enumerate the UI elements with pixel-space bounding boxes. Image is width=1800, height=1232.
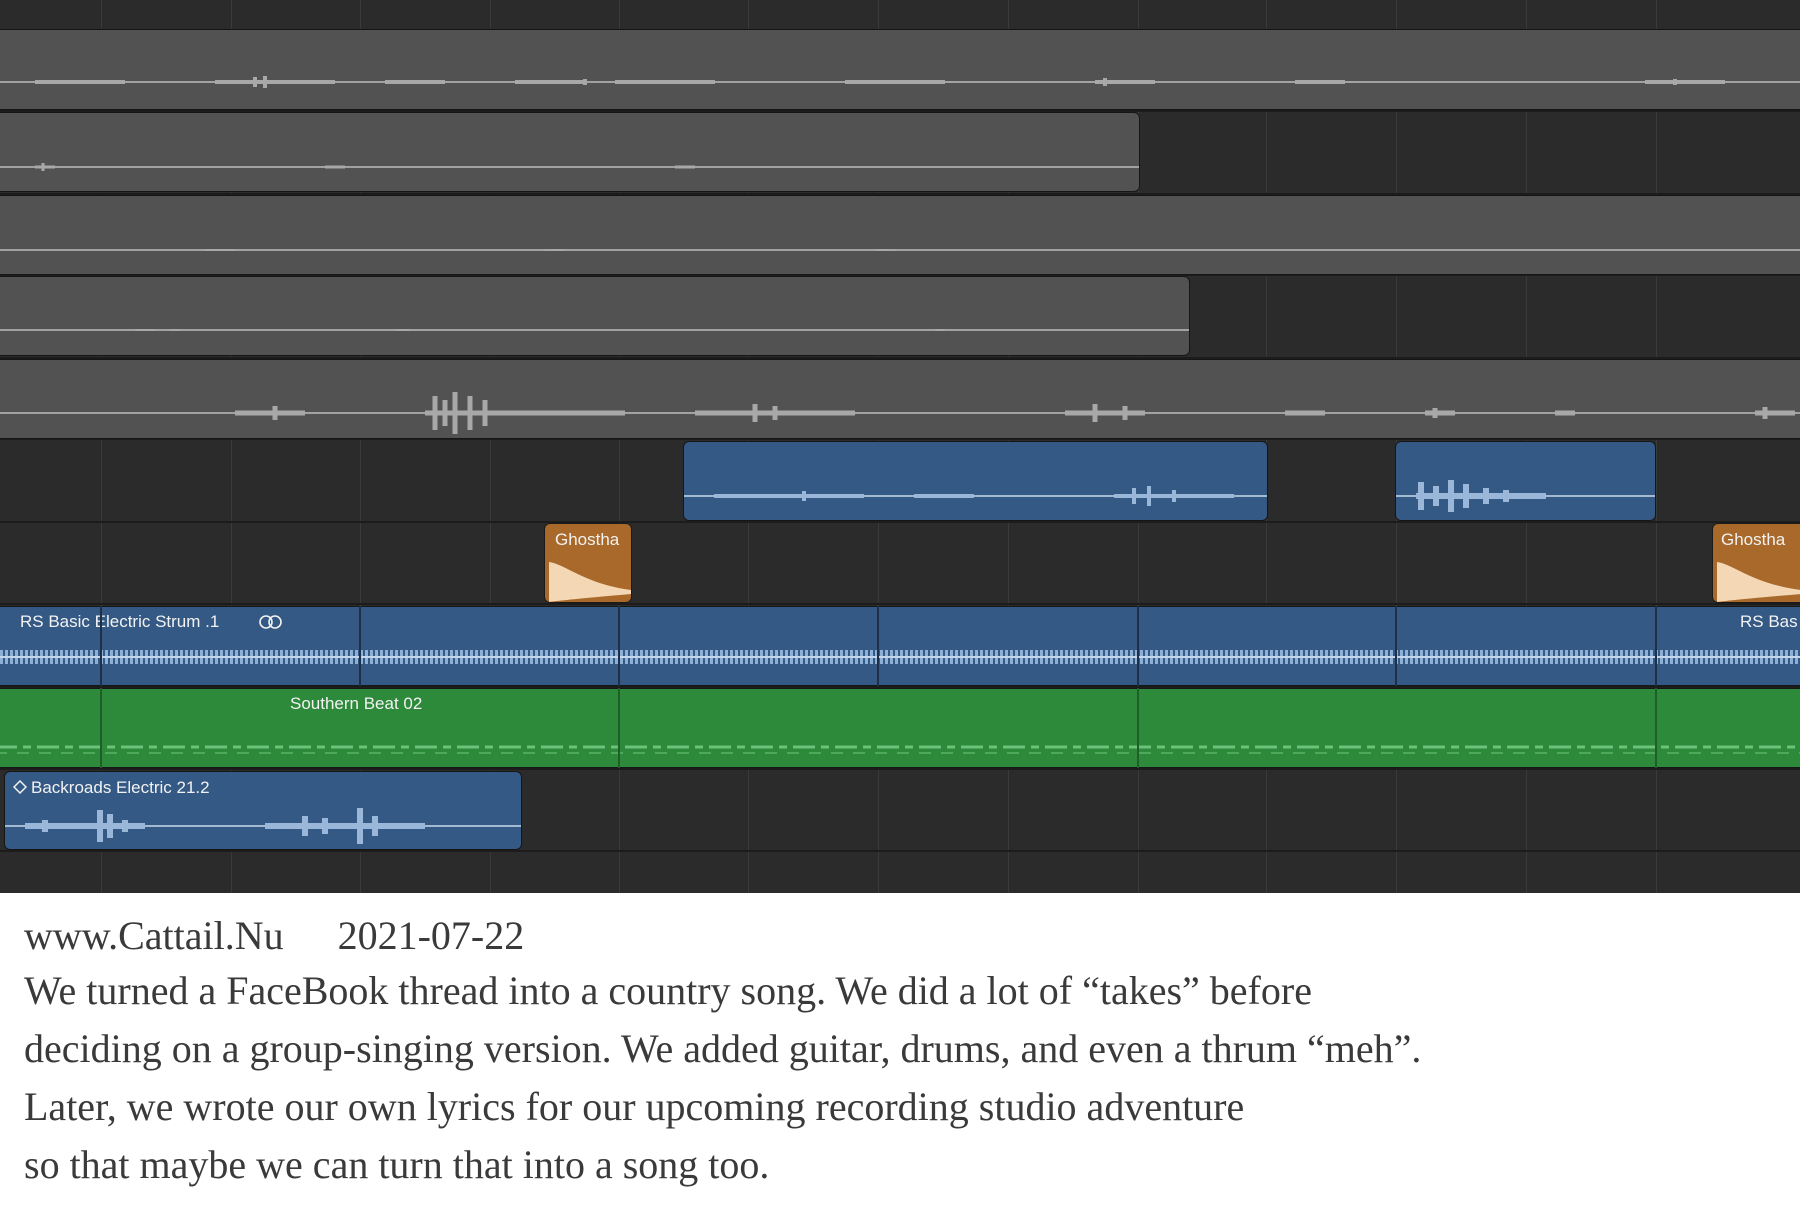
post-date: 2021-07-22 bbox=[337, 913, 525, 958]
audio-region-vocal-2[interactable] bbox=[0, 112, 1140, 192]
audio-region-ghostha-2[interactable]: Ghostha bbox=[1712, 523, 1800, 603]
waveform bbox=[0, 249, 1800, 251]
region-divider bbox=[877, 606, 879, 686]
audio-region-group-vocal-2[interactable] bbox=[1395, 441, 1656, 521]
region-divider bbox=[100, 606, 102, 686]
region-divider bbox=[100, 688, 102, 768]
region-divider bbox=[618, 606, 620, 686]
lane-divider bbox=[0, 603, 1800, 605]
region-label: Southern Beat 02 bbox=[290, 694, 423, 713]
drum-pattern bbox=[0, 745, 1800, 754]
waveform bbox=[0, 76, 1800, 88]
caption-line: deciding on a group-singing version. We … bbox=[24, 1026, 1422, 1071]
waveform bbox=[5, 808, 521, 844]
lane-divider bbox=[0, 768, 1800, 770]
audio-region-vocal-3[interactable] bbox=[0, 195, 1800, 275]
region-label: RS Bas bbox=[1740, 612, 1798, 631]
caption-line: so that maybe we can turn that into a so… bbox=[24, 1142, 770, 1187]
caption-line: Later, we wrote our own lyrics for our u… bbox=[24, 1084, 1245, 1129]
arrange-area[interactable]: Ghostha Ghostha RS Basic Electric Strum … bbox=[0, 0, 1800, 893]
caption-headline: www.Cattail.Nu 2021-07-22 bbox=[24, 910, 1784, 962]
region-divider bbox=[359, 606, 361, 686]
waveform bbox=[1396, 480, 1655, 512]
lane-divider bbox=[0, 850, 1800, 852]
waveform bbox=[0, 329, 1189, 331]
waveform bbox=[0, 163, 1139, 171]
audio-region-vocal-4[interactable] bbox=[0, 276, 1190, 356]
waveform bbox=[549, 562, 631, 602]
caption: www.Cattail.Nu 2021-07-22 We turned a Fac… bbox=[24, 910, 1784, 1194]
waveform bbox=[1717, 562, 1800, 602]
audio-region-ghostha-1[interactable]: Ghostha bbox=[544, 523, 632, 603]
audio-region-vocal-5[interactable] bbox=[0, 359, 1800, 439]
region-divider bbox=[1137, 606, 1139, 686]
waveform bbox=[684, 486, 1267, 506]
waveform bbox=[0, 392, 1800, 434]
region-divider bbox=[618, 688, 620, 768]
drummer-region-southern-beat[interactable] bbox=[0, 688, 1800, 768]
site-url[interactable]: www.Cattail.Nu bbox=[24, 913, 284, 958]
audio-region-group-vocal-1[interactable] bbox=[683, 441, 1268, 521]
audio-region-backroads-electric[interactable]: Backroads Electric 21.2 bbox=[4, 771, 522, 850]
audio-region-vocal-1[interactable] bbox=[0, 29, 1800, 110]
loop-icon bbox=[258, 614, 284, 630]
caption-line: We turned a FaceBook thread into a count… bbox=[24, 968, 1312, 1013]
region-divider bbox=[1137, 688, 1139, 768]
lane-divider bbox=[0, 521, 1800, 523]
region-label: RS Basic Electric Strum .1 bbox=[20, 612, 220, 631]
region-divider bbox=[1655, 606, 1657, 686]
region-divider bbox=[1395, 606, 1397, 686]
region-divider bbox=[1655, 688, 1657, 768]
